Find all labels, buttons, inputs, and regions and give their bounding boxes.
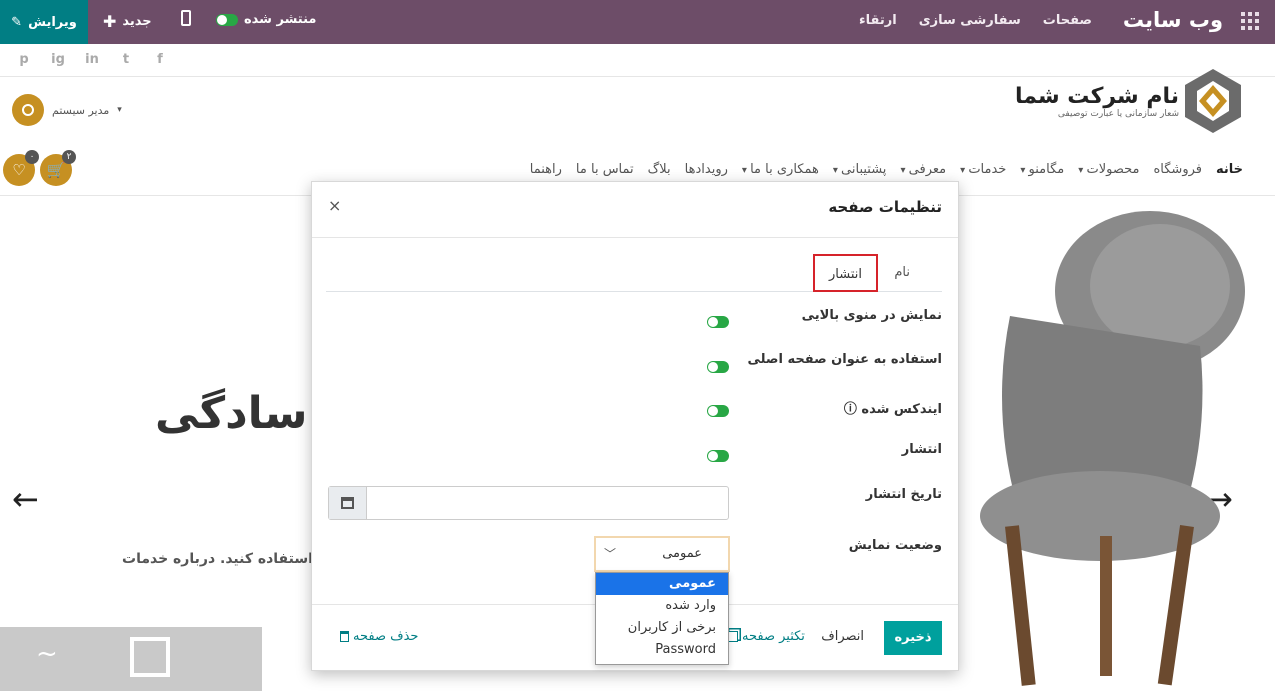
visibility-option-signed-in[interactable]: وارد شده (596, 595, 728, 617)
visibility-select[interactable]: عمومی ﹀ (594, 536, 730, 572)
tab-publish[interactable]: انتشار (813, 254, 878, 292)
publish-toggle[interactable] (707, 450, 729, 462)
visibility-option-password[interactable]: Password (596, 639, 728, 661)
use-as-home-label: استفاده به عنوان صفحه اصلی (747, 352, 942, 367)
publish-label: انتشار (901, 442, 942, 457)
date-picker-button[interactable] (329, 487, 367, 519)
cancel-button[interactable]: انصراف (821, 629, 864, 644)
visibility-selected-value: عمومی (662, 546, 702, 561)
close-icon[interactable]: × (328, 196, 341, 215)
visibility-option-public[interactable]: عمومی (596, 573, 728, 595)
use-as-home-toggle[interactable] (707, 361, 729, 373)
visibility-option-restricted[interactable]: برخی از کاربران (596, 617, 728, 639)
delete-page-button[interactable]: حذف صفحه (340, 629, 418, 644)
calendar-icon (341, 497, 354, 509)
save-button[interactable]: ذخیره (884, 621, 942, 655)
duplicate-page-label: تکثیر صفحه (742, 629, 805, 644)
publish-date-input[interactable] (328, 486, 729, 520)
chevron-down-icon: ﹀ (604, 547, 617, 561)
dialog-tabs: نام انتشار (326, 254, 942, 292)
delete-page-label: حذف صفحه (353, 629, 419, 644)
visibility-options-list: عمومی وارد شده برخی از کاربران Password (595, 572, 729, 665)
duplicate-page-button[interactable]: تکثیر صفحه (727, 629, 805, 644)
indexed-label: ایندکس شده ⓘ (843, 402, 942, 417)
page-settings-dialog: تنظیمات صفحه × نام انتشار نمایش در منوی … (311, 181, 959, 671)
dialog-header: تنظیمات صفحه × (312, 182, 958, 238)
dialog-title: تنظیمات صفحه (828, 198, 942, 216)
indexed-toggle[interactable] (707, 405, 729, 417)
show-in-menu-toggle[interactable] (707, 316, 729, 328)
tab-name[interactable]: نام (880, 254, 924, 292)
visibility-label: وضعیت نمایش (848, 538, 942, 553)
publish-date-label: تاریخ انتشار (865, 487, 942, 502)
show-in-menu-label: نمایش در منوی بالایی (801, 308, 942, 323)
trash-icon (340, 631, 349, 642)
